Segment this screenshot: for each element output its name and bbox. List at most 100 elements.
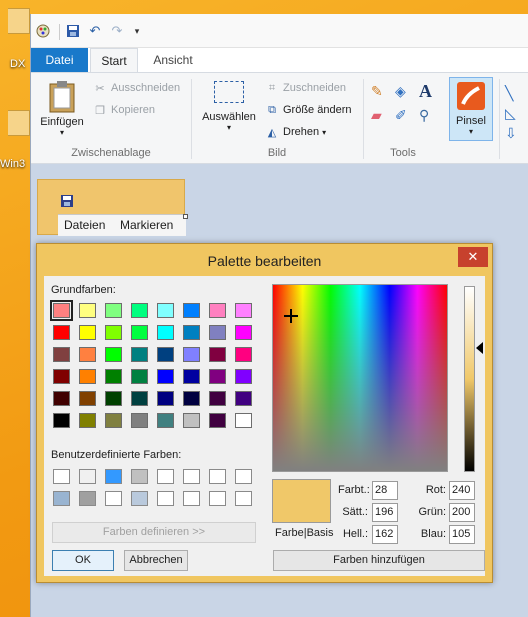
desktop-folder-icon[interactable] <box>0 8 30 48</box>
luminance-slider[interactable] <box>464 286 475 472</box>
resize-handle[interactable] <box>183 214 188 219</box>
tab-ansicht[interactable]: Ansicht <box>143 48 203 72</box>
customize-toolbar-icon[interactable]: ▾ <box>129 23 145 39</box>
color-swatch[interactable] <box>53 325 70 340</box>
color-swatch[interactable] <box>183 325 200 340</box>
color-swatch[interactable] <box>183 369 200 384</box>
paste-button[interactable]: Einfügen ▾ <box>37 79 87 137</box>
color-swatch[interactable] <box>235 325 252 340</box>
color-swatch[interactable] <box>183 391 200 406</box>
color-swatch[interactable] <box>79 413 96 428</box>
color-swatch[interactable] <box>79 347 96 362</box>
desktop-folder-icon[interactable] <box>0 110 30 150</box>
sat-input[interactable]: 196 <box>372 503 398 522</box>
lum-input[interactable]: 162 <box>372 525 398 544</box>
red-input[interactable]: 240 <box>449 481 475 500</box>
color-swatch[interactable] <box>131 491 148 506</box>
paint-app-icon[interactable] <box>35 23 51 39</box>
color-swatch[interactable] <box>131 325 148 340</box>
undo-icon[interactable]: ↶ <box>87 23 103 39</box>
color-swatch[interactable] <box>235 391 252 406</box>
crop-button[interactable]: ⌗ Zuschneiden <box>265 81 346 95</box>
cancel-button[interactable]: Abbrechen <box>124 550 188 571</box>
color-swatch[interactable] <box>235 413 252 428</box>
color-swatch[interactable] <box>157 469 174 484</box>
color-swatch[interactable] <box>183 413 200 428</box>
color-swatch[interactable] <box>105 491 122 506</box>
color-swatch[interactable] <box>131 391 148 406</box>
canvas-image[interactable]: Dateien Markieren <box>37 179 186 236</box>
ok-button[interactable]: OK <box>52 550 114 571</box>
text-tool-icon[interactable]: A <box>419 81 437 101</box>
select-button[interactable]: Auswählen ▾ <box>197 81 261 132</box>
tab-datei[interactable]: Datei <box>31 48 88 72</box>
color-spectrum[interactable] <box>272 284 448 472</box>
color-swatch[interactable] <box>53 347 70 362</box>
color-swatch[interactable] <box>105 413 122 428</box>
blue-input[interactable]: 105 <box>449 525 475 544</box>
color-swatch[interactable] <box>79 303 96 318</box>
color-swatch[interactable] <box>209 303 226 318</box>
color-swatch[interactable] <box>235 369 252 384</box>
color-swatch[interactable] <box>105 469 122 484</box>
fill-bucket-icon[interactable]: ◈ <box>395 83 413 101</box>
color-swatch[interactable] <box>105 303 122 318</box>
color-swatch[interactable] <box>50 300 73 321</box>
close-button[interactable]: ✕ <box>458 247 488 267</box>
pencil-icon[interactable]: ✎ <box>371 83 389 101</box>
rotate-button[interactable]: ◭ Drehen ▾ <box>265 125 326 139</box>
shapes-gallery[interactable]: ╲ ◺ ⇩ <box>505 83 525 143</box>
color-swatch[interactable] <box>157 369 174 384</box>
color-swatch[interactable] <box>183 303 200 318</box>
color-swatch[interactable] <box>157 413 174 428</box>
color-swatch[interactable] <box>79 391 96 406</box>
color-swatch[interactable] <box>183 469 200 484</box>
add-colors-button[interactable]: Farben hinzufügen <box>273 550 485 571</box>
color-swatch[interactable] <box>209 413 226 428</box>
color-swatch[interactable] <box>131 369 148 384</box>
slider-arrow-icon[interactable] <box>476 342 483 354</box>
magnifier-icon[interactable]: ⚲ <box>419 107 437 125</box>
color-swatch[interactable] <box>105 347 122 362</box>
hue-input[interactable]: 28 <box>372 481 398 500</box>
save-icon[interactable] <box>65 23 81 39</box>
green-input[interactable]: 200 <box>449 503 475 522</box>
color-swatch[interactable] <box>131 413 148 428</box>
color-swatch[interactable] <box>209 369 226 384</box>
color-swatch[interactable] <box>105 369 122 384</box>
color-swatch[interactable] <box>53 469 70 484</box>
color-swatch[interactable] <box>235 303 252 318</box>
color-swatch[interactable] <box>53 413 70 428</box>
color-swatch[interactable] <box>209 347 226 362</box>
color-swatch[interactable] <box>131 469 148 484</box>
define-colors-button[interactable]: Farben definieren >> <box>52 522 256 543</box>
color-swatch[interactable] <box>183 491 200 506</box>
color-swatch[interactable] <box>235 491 252 506</box>
tab-start[interactable]: Start <box>90 48 138 72</box>
color-swatch[interactable] <box>157 325 174 340</box>
color-swatch[interactable] <box>209 491 226 506</box>
color-swatch[interactable] <box>53 491 70 506</box>
color-swatch[interactable] <box>105 325 122 340</box>
color-swatch[interactable] <box>235 469 252 484</box>
color-swatch[interactable] <box>79 491 96 506</box>
color-swatch[interactable] <box>131 303 148 318</box>
brush-button[interactable]: Pinsel ▾ <box>449 77 493 141</box>
color-swatch[interactable] <box>157 347 174 362</box>
color-swatch[interactable] <box>235 347 252 362</box>
cut-button[interactable]: ✂ Ausschneiden <box>93 81 180 95</box>
color-swatch[interactable] <box>79 369 96 384</box>
color-picker-icon[interactable]: ✐ <box>395 107 413 125</box>
eraser-icon[interactable]: ▰ <box>371 107 389 125</box>
copy-button[interactable]: ❐ Kopieren <box>93 103 155 117</box>
color-swatch[interactable] <box>209 391 226 406</box>
color-swatch[interactable] <box>53 369 70 384</box>
color-swatch[interactable] <box>209 469 226 484</box>
color-swatch[interactable] <box>157 491 174 506</box>
color-swatch[interactable] <box>131 347 148 362</box>
color-swatch[interactable] <box>183 347 200 362</box>
color-swatch[interactable] <box>105 391 122 406</box>
color-swatch[interactable] <box>209 325 226 340</box>
color-swatch[interactable] <box>53 391 70 406</box>
resize-button[interactable]: ⧉ Größe ändern <box>265 103 351 117</box>
